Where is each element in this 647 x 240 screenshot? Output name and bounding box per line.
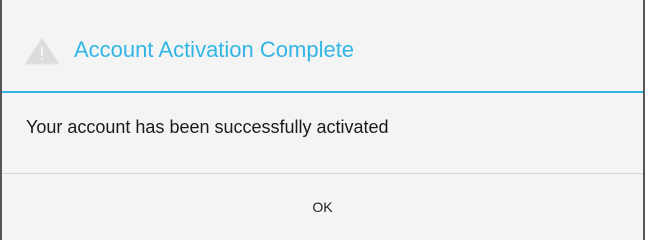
alert-triangle-icon <box>23 36 61 66</box>
dialog-title: Account Activation Complete <box>74 37 355 62</box>
dialog-title-bar: Account Activation Complete <box>2 0 643 93</box>
ok-button[interactable]: OK <box>2 174 643 240</box>
activation-dialog: Account Activation Complete Your account… <box>0 0 645 240</box>
dialog-message: Your account has been successfully activ… <box>26 117 389 137</box>
title-divider <box>2 91 643 93</box>
